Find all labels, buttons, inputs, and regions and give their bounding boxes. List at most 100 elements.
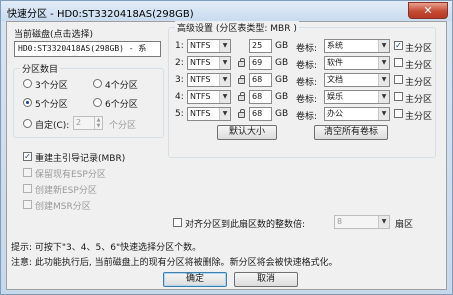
rebuild-mbr-label: 重建主引导记录(MBR) — [35, 154, 126, 164]
align-partitions-label: 对齐分区到此扇区数的整数倍: — [185, 220, 306, 230]
cancel-button[interactable]: 取消 — [234, 272, 298, 287]
close-button[interactable]: ✕ — [408, 2, 448, 19]
align-sectors-select[interactable]: 8 ▼ — [334, 215, 390, 229]
clear-all-labels-button[interactable]: 清空所有卷标 — [314, 125, 388, 140]
partition-5-size-input[interactable]: 68 — [249, 107, 272, 121]
chevron-down-icon: ▼ — [378, 57, 389, 69]
partition-1-number: 1: — [175, 41, 184, 51]
lock-icon[interactable] — [238, 109, 245, 118]
partition-1-primary-checkbox[interactable]: ✓ — [394, 41, 403, 50]
partition-3-primary-checkbox[interactable] — [394, 75, 403, 84]
new-esp-checkbox[interactable] — [23, 184, 32, 193]
window-title: 快速分区 - HD0:ST3320418AS(298GB) — [7, 9, 194, 20]
title-bar: 快速分区 - HD0:ST3320418AS(298GB) ✕ — [1, 1, 452, 21]
partition-5-fs-value: NTFS — [190, 109, 211, 118]
custom-count-value: 2 — [76, 118, 82, 127]
partition-5-primary-label: 主分区 — [405, 112, 433, 122]
new-msr-label: 创建MSR分区 — [35, 202, 91, 212]
partition-4-size-input[interactable]: 68 — [249, 90, 272, 104]
new-msr-checkbox[interactable] — [23, 200, 32, 209]
partition-3-number: 3: — [175, 75, 184, 85]
partition-5-fs-select[interactable]: NTFS ▼ — [187, 107, 231, 121]
radio-6-partitions-label: 6个分区 — [105, 100, 138, 110]
rebuild-mbr-checkbox[interactable]: ✓ — [23, 152, 32, 161]
partition-1-fs-select[interactable]: NTFS ▼ — [187, 39, 231, 53]
partition-5-size-unit: GB — [275, 109, 289, 119]
partition-5-primary-checkbox[interactable] — [394, 109, 403, 118]
new-esp-label: 创建新ESP分区 — [35, 186, 97, 196]
partition-3-fs-select[interactable]: NTFS ▼ — [187, 73, 231, 87]
partition-2-primary-label: 主分区 — [405, 61, 433, 71]
partition-3-size-unit: GB — [275, 75, 289, 85]
lock-icon[interactable] — [238, 92, 245, 101]
align-sectors-value: 8 — [337, 217, 343, 226]
chevron-down-icon: ▼ — [378, 40, 389, 52]
partition-2-volume-value: 软件 — [327, 58, 343, 67]
chevron-down-icon: ▼ — [378, 216, 389, 228]
chevron-down-icon: ▼ — [378, 108, 389, 120]
current-disk-label: 当前磁盘(点击选择) — [14, 30, 94, 40]
custom-count-spinner[interactable]: 2 ▲ ▼ — [73, 116, 103, 130]
keep-esp-label: 保留现有ESP分区 — [35, 170, 106, 180]
keep-esp-checkbox[interactable] — [23, 168, 32, 177]
partition-1-fs-value: NTFS — [190, 41, 211, 50]
partition-4-volume-label: 卷标: — [296, 95, 318, 105]
partition-1-size-input[interactable]: 25 — [249, 39, 272, 53]
chevron-down-icon: ▼ — [219, 40, 230, 52]
radio-5-partitions-label: 5个分区 — [35, 100, 68, 110]
warning-text: 注意: 此功能执行后, 当前磁盘上的现有分区将被删除。新分区将会被快速格式化。 — [11, 258, 338, 268]
partition-2-primary-checkbox[interactable] — [394, 58, 403, 67]
radio-4-partitions-label: 4个分区 — [105, 81, 138, 91]
partition-2-fs-value: NTFS — [190, 58, 211, 67]
partition-1-volume-label: 卷标: — [296, 44, 318, 54]
spinner-arrows-icon[interactable]: ▲ ▼ — [94, 117, 102, 129]
partition-4-fs-select[interactable]: NTFS ▼ — [187, 90, 231, 104]
partition-4-volume-select[interactable]: 娱乐 ▼ — [324, 90, 390, 104]
lock-icon[interactable] — [238, 58, 245, 67]
radio-5-partitions[interactable] — [23, 98, 32, 107]
tip-text: 提示: 可按下"3、4、5、6"快速选择分区个数。 — [11, 243, 202, 253]
radio-custom-label: 自定(C): — [35, 121, 70, 131]
partition-5-volume-label: 卷标: — [296, 112, 318, 122]
partition-4-primary-checkbox[interactable] — [394, 92, 403, 101]
radio-6-partitions[interactable] — [93, 98, 102, 107]
partition-1-volume-select[interactable]: 系统 ▼ — [324, 39, 390, 53]
partition-3-volume-select[interactable]: 文档 ▼ — [324, 73, 390, 87]
align-partitions-checkbox[interactable] — [173, 218, 182, 227]
default-size-button[interactable]: 默认大小 — [217, 125, 277, 140]
chevron-down-icon: ▼ — [219, 57, 230, 69]
current-disk-select[interactable]: HD0:ST3320418AS(298GB) - 系 — [14, 41, 161, 57]
partition-2-fs-select[interactable]: NTFS ▼ — [187, 56, 231, 70]
partition-3-primary-label: 主分区 — [405, 78, 433, 88]
radio-custom[interactable] — [23, 119, 32, 128]
align-sectors-unit: 扇区 — [395, 220, 414, 230]
advanced-settings-label: 高级设置 (分区表类型: MBR ) — [175, 21, 299, 34]
radio-3-partitions-label: 3个分区 — [35, 81, 68, 91]
partition-2-size-unit: GB — [275, 58, 289, 68]
radio-3-partitions[interactable] — [23, 79, 32, 88]
partition-2-volume-label: 卷标: — [296, 61, 318, 71]
partition-3-size-input[interactable]: 68 — [249, 73, 272, 87]
chevron-down-icon: ▼ — [378, 74, 389, 86]
lock-icon[interactable] — [238, 75, 245, 84]
ok-button[interactable]: 确定 — [163, 272, 227, 287]
partition-4-primary-label: 主分区 — [405, 95, 433, 105]
partition-5-number: 5: — [175, 109, 184, 119]
partition-5-volume-select[interactable]: 办公 ▼ — [324, 107, 390, 121]
partition-3-fs-value: NTFS — [190, 75, 211, 84]
partition-1-volume-value: 系统 — [327, 41, 343, 50]
partition-4-fs-value: NTFS — [190, 92, 211, 101]
radio-4-partitions[interactable] — [93, 79, 102, 88]
partition-4-size-unit: GB — [275, 92, 289, 102]
partition-4-number: 4: — [175, 92, 184, 102]
partition-1-primary-label: 主分区 — [405, 44, 433, 54]
partition-1-size-unit: GB — [275, 41, 289, 51]
partition-2-size-input[interactable]: 69 — [249, 56, 272, 70]
partition-2-volume-select[interactable]: 软件 ▼ — [324, 56, 390, 70]
chevron-down-icon: ▼ — [378, 91, 389, 103]
chevron-down-icon: ▼ — [219, 74, 230, 86]
chevron-down-icon: ▼ — [219, 108, 230, 120]
partition-3-volume-label: 卷标: — [296, 78, 318, 88]
partition-2-number: 2: — [175, 58, 184, 68]
partition-5-volume-value: 办公 — [327, 109, 343, 118]
